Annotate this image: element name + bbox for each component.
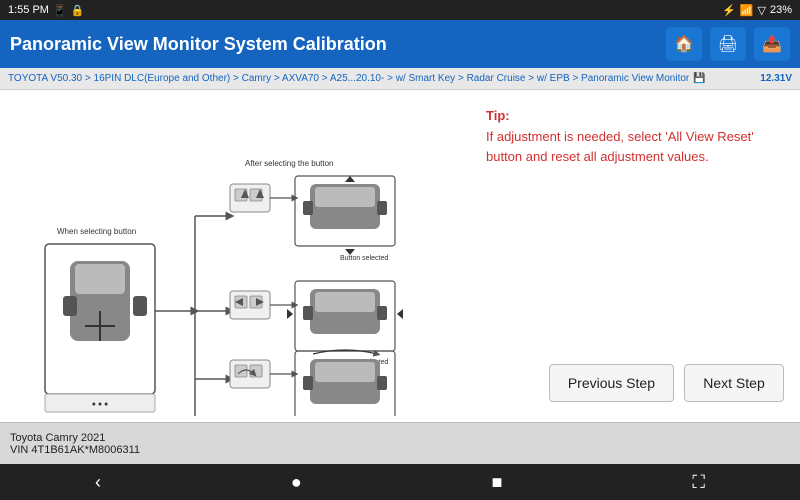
tip-section: Tip: If adjustment is needed, select 'Al… xyxy=(486,108,784,166)
vin-number: VIN 4T1B61AK*M8006311 xyxy=(10,444,790,456)
svg-text:After selecting the button: After selecting the button xyxy=(245,159,334,168)
nav-recent-button[interactable]: ■ xyxy=(472,468,523,497)
svg-text:● ● ●: ● ● ● xyxy=(92,401,109,408)
next-step-button[interactable]: Next Step xyxy=(684,364,784,402)
status-bar-right: ⚡ 📶 ▽ 23% xyxy=(722,4,792,17)
main-content: When selecting button ● ● ● xyxy=(0,90,800,422)
export-button[interactable]: 📤 xyxy=(754,27,790,61)
diagram-area: When selecting button ● ● ● xyxy=(0,90,470,422)
tablet-icon: 📱 xyxy=(53,4,67,17)
tip-text: If adjustment is needed, select 'All Vie… xyxy=(486,127,784,166)
status-bar-left: 1:55 PM 📱 🔒 xyxy=(8,4,84,17)
print-button[interactable]: 🖨 xyxy=(710,27,746,61)
action-buttons: Previous Step Next Step xyxy=(486,364,784,402)
info-area: Tip: If adjustment is needed, select 'Al… xyxy=(470,90,800,422)
breadcrumb-text: TOYOTA V50.30 > 16PIN DLC(Europe and Oth… xyxy=(8,73,689,84)
wifi-icon: 📶 xyxy=(740,4,754,17)
signal-icon: ▽ xyxy=(758,4,766,17)
nav-fullscreen-button[interactable]: ⛶ xyxy=(672,468,725,497)
car-model: Toyota Camry 2021 xyxy=(10,432,790,444)
bluetooth-icon: ⚡ xyxy=(722,4,736,17)
header-icons: 🏠 🖨 📤 xyxy=(666,27,790,61)
svg-text:Button selected: Button selected xyxy=(340,255,388,262)
header: Panoramic View Monitor System Calibratio… xyxy=(0,20,800,68)
sd-card-icon: 💾 xyxy=(693,73,705,84)
tip-label: Tip: xyxy=(486,108,784,123)
nav-back-button[interactable]: ‹ xyxy=(75,468,121,497)
svg-text:When selecting button: When selecting button xyxy=(57,227,136,236)
calibration-diagram: When selecting button ● ● ● xyxy=(15,96,455,416)
page-title: Panoramic View Monitor System Calibratio… xyxy=(10,34,387,55)
nav-bar: ‹ ● ■ ⛶ xyxy=(0,464,800,500)
time-display: 1:55 PM xyxy=(8,4,49,16)
home-button[interactable]: 🏠 xyxy=(666,27,702,61)
previous-step-button[interactable]: Previous Step xyxy=(549,364,674,402)
nav-home-button[interactable]: ● xyxy=(271,468,322,497)
breadcrumb: TOYOTA V50.30 > 16PIN DLC(Europe and Oth… xyxy=(0,68,800,90)
battery-display: 23% xyxy=(770,4,792,16)
footer: Toyota Camry 2021 VIN 4T1B61AK*M8006311 xyxy=(0,422,800,464)
lock-icon: 🔒 xyxy=(71,4,85,17)
status-bar: 1:55 PM 📱 🔒 ⚡ 📶 ▽ 23% xyxy=(0,0,800,20)
voltage-display: 12.31V xyxy=(760,73,792,84)
